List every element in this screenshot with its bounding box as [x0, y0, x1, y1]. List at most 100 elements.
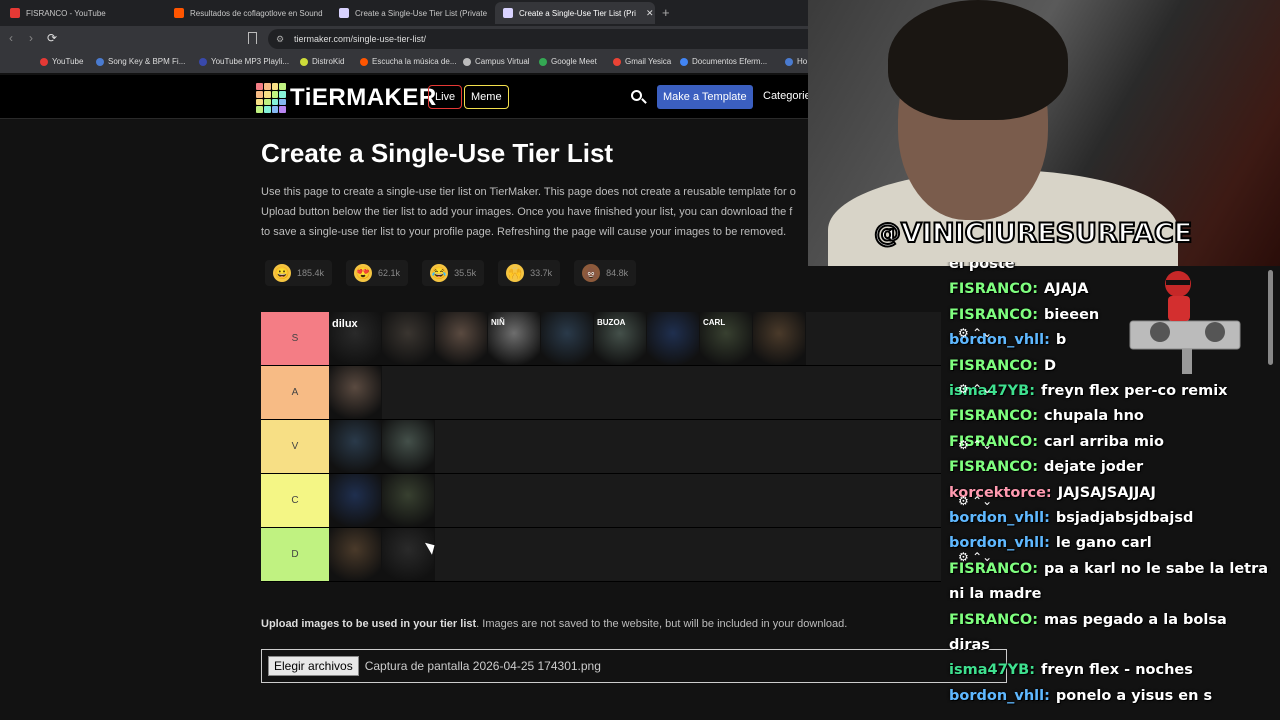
- upload-bold-text: Upload images to be used in your tier li…: [261, 618, 477, 630]
- chat-message: FISRANCO: D: [949, 358, 1056, 374]
- bookmark-label: Campus Virtual: [475, 57, 530, 66]
- make-template-button[interactable]: Make a Template: [657, 85, 753, 109]
- reaction-button[interactable]: 😀 185.4k: [265, 260, 333, 286]
- bookmark-label: Ho: [797, 57, 808, 66]
- chat-message: FISRANCO: mas pegado a la bolsa: [949, 612, 1227, 628]
- reload-icon[interactable]: ⟳: [47, 31, 57, 45]
- tier-row: C: [261, 474, 941, 528]
- tier-label[interactable]: A: [261, 366, 329, 419]
- browser-tab[interactable]: FISRANCO - YouTube: [2, 2, 162, 24]
- bookmark-label: YouTube: [52, 57, 84, 66]
- reaction-count: 84.8k: [606, 268, 629, 278]
- reaction-button[interactable]: 💩 84.8k: [574, 260, 637, 286]
- tier-image[interactable]: [541, 312, 594, 365]
- chat-message: FISRANCO: chupala hno: [949, 408, 1144, 424]
- tier-image[interactable]: CARL: [700, 312, 753, 365]
- chat-username: isma47YB:: [949, 662, 1036, 679]
- tier-label[interactable]: D: [261, 528, 329, 581]
- browser-tab[interactable]: Create a Single-Use Tier List (Pri ✕: [495, 2, 655, 24]
- close-tab-icon[interactable]: ✕: [646, 8, 654, 19]
- choose-files-button[interactable]: Elegir archivos: [268, 656, 359, 676]
- bookmark-label: DistroKid: [312, 57, 345, 66]
- tab-favicon-icon: [339, 8, 349, 18]
- bookmark-item[interactable]: Documentos Eferm...: [680, 57, 767, 66]
- chat-text: carl arriba mio: [1044, 433, 1164, 450]
- tab-favicon-icon: [503, 8, 513, 18]
- tier-label[interactable]: V: [261, 420, 329, 473]
- tier-image[interactable]: [382, 528, 435, 581]
- page-title: Create a Single-Use Tier List: [261, 138, 614, 168]
- tier-image[interactable]: [382, 420, 435, 473]
- reaction-emoji-icon: 😀: [273, 264, 291, 282]
- bookmark-item[interactable]: Escucha la música de...: [360, 57, 456, 66]
- chat-message: bordon_vhll: ponelo a yisus en s: [949, 688, 1212, 704]
- reaction-emoji-icon: 😍: [354, 264, 373, 282]
- new-tab-icon[interactable]: +: [662, 5, 670, 20]
- bookmark-item[interactable]: Campus Virtual: [463, 57, 530, 66]
- tier-images: [329, 420, 435, 473]
- tab-title: Create a Single-Use Tier List (Private: [355, 8, 488, 18]
- tier-image[interactable]: [382, 312, 435, 365]
- tier-image[interactable]: [329, 366, 382, 419]
- address-bar[interactable]: ⚙ tiermaker.com/single-use-tier-list/: [268, 29, 828, 49]
- chat-message: FISRANCO: pa a karl no le sabe la letra: [949, 561, 1268, 577]
- bookmark-item[interactable]: Ho: [785, 57, 807, 66]
- intro-line: to save a single-use tier list to your p…: [261, 226, 787, 238]
- bookmark-favicon-icon: [463, 57, 471, 66]
- bookmark-label: Google Meet: [551, 57, 597, 66]
- chat-overlay: el poste FISRANCO: AJAJA FISRANCO: bieeen bor…: [946, 262, 1280, 720]
- back-icon[interactable]: ‹: [9, 31, 13, 45]
- file-input[interactable]: Elegir archivos Captura de pantalla 2026…: [261, 649, 1007, 683]
- tier-image[interactable]: [647, 312, 700, 365]
- reaction-button[interactable]: 😂 35.5k: [422, 260, 485, 286]
- tier-label[interactable]: C: [261, 474, 329, 527]
- search-icon[interactable]: [631, 90, 642, 101]
- chat-text: JAJSAJSAJJAJ: [1057, 484, 1156, 501]
- chat-text: freyn flex per-co remix: [1041, 383, 1228, 399]
- meme-button[interactable]: Meme: [464, 85, 509, 109]
- reaction-count: 185.4k: [297, 268, 325, 278]
- bookmark-item[interactable]: Song Key & BPM Fi...: [96, 57, 185, 66]
- reaction-emoji-icon: 😂: [430, 264, 449, 282]
- categories-link[interactable]: Categorie: [763, 90, 811, 102]
- tier-images: [329, 474, 435, 527]
- tier-image[interactable]: NIÑ: [488, 312, 541, 365]
- tier-image[interactable]: [329, 420, 382, 473]
- chat-message: bordon_vhll: bsjadjabsjdbajsd: [949, 510, 1193, 526]
- chat-username: FISRANCO:: [949, 357, 1039, 374]
- tiermaker-logo[interactable]: TiERMAKER: [256, 83, 437, 113]
- tab-title: Create a Single-Use Tier List (Pri: [519, 8, 636, 18]
- image-caption: NIÑ: [491, 318, 505, 327]
- tier-image[interactable]: dilux: [329, 312, 382, 365]
- bookmark-item[interactable]: YouTube MP3 Playli...: [199, 57, 289, 66]
- reaction-button[interactable]: 😍 62.1k: [346, 260, 409, 286]
- bookmark-item[interactable]: Google Meet: [539, 57, 597, 66]
- tier-row: A: [261, 366, 941, 420]
- reaction-button[interactable]: 🙌 33.7k: [498, 260, 561, 286]
- chat-message: diras: [949, 637, 990, 653]
- tier-image[interactable]: [753, 312, 806, 365]
- live-button[interactable]: Live: [428, 85, 463, 109]
- chat-text: bieeen: [1044, 306, 1100, 323]
- overlay-controls-icon: ⚙ ⌃⌄: [958, 494, 993, 508]
- chat-text: freyn flex - noches: [1041, 662, 1193, 679]
- bookmark-item[interactable]: Gmail Yesica: [613, 57, 671, 66]
- reactions-bar: 😀 185.4k 😍 62.1k 😂 35.5k 🙌 33.7k 💩 84.8k: [265, 260, 637, 286]
- bookmark-label: Escucha la música de...: [372, 57, 457, 66]
- browser-tab[interactable]: Create a Single-Use Tier List (Private: [331, 2, 491, 24]
- tier-image[interactable]: BUZOA: [594, 312, 647, 365]
- bookmark-icon[interactable]: [248, 32, 257, 44]
- tier-image[interactable]: [329, 474, 382, 527]
- tier-image[interactable]: [435, 312, 488, 365]
- bookmark-item[interactable]: DistroKid: [300, 57, 344, 66]
- tier-image[interactable]: [382, 474, 435, 527]
- chat-text: bsjadjabsjdbajsd: [1055, 510, 1194, 526]
- forward-icon[interactable]: ›: [29, 31, 33, 45]
- tier-label[interactable]: S: [261, 312, 329, 365]
- bookmark-label: YouTube MP3 Playli...: [211, 57, 290, 66]
- page-content: Create a Single-Use Tier List Use this p…: [0, 120, 1007, 720]
- bookmark-item[interactable]: YouTube: [40, 57, 83, 66]
- site-info-icon[interactable]: ⚙: [276, 29, 284, 49]
- tier-image[interactable]: [329, 528, 382, 581]
- browser-tab[interactable]: Resultados de coflagotlove en Sound: [166, 2, 326, 24]
